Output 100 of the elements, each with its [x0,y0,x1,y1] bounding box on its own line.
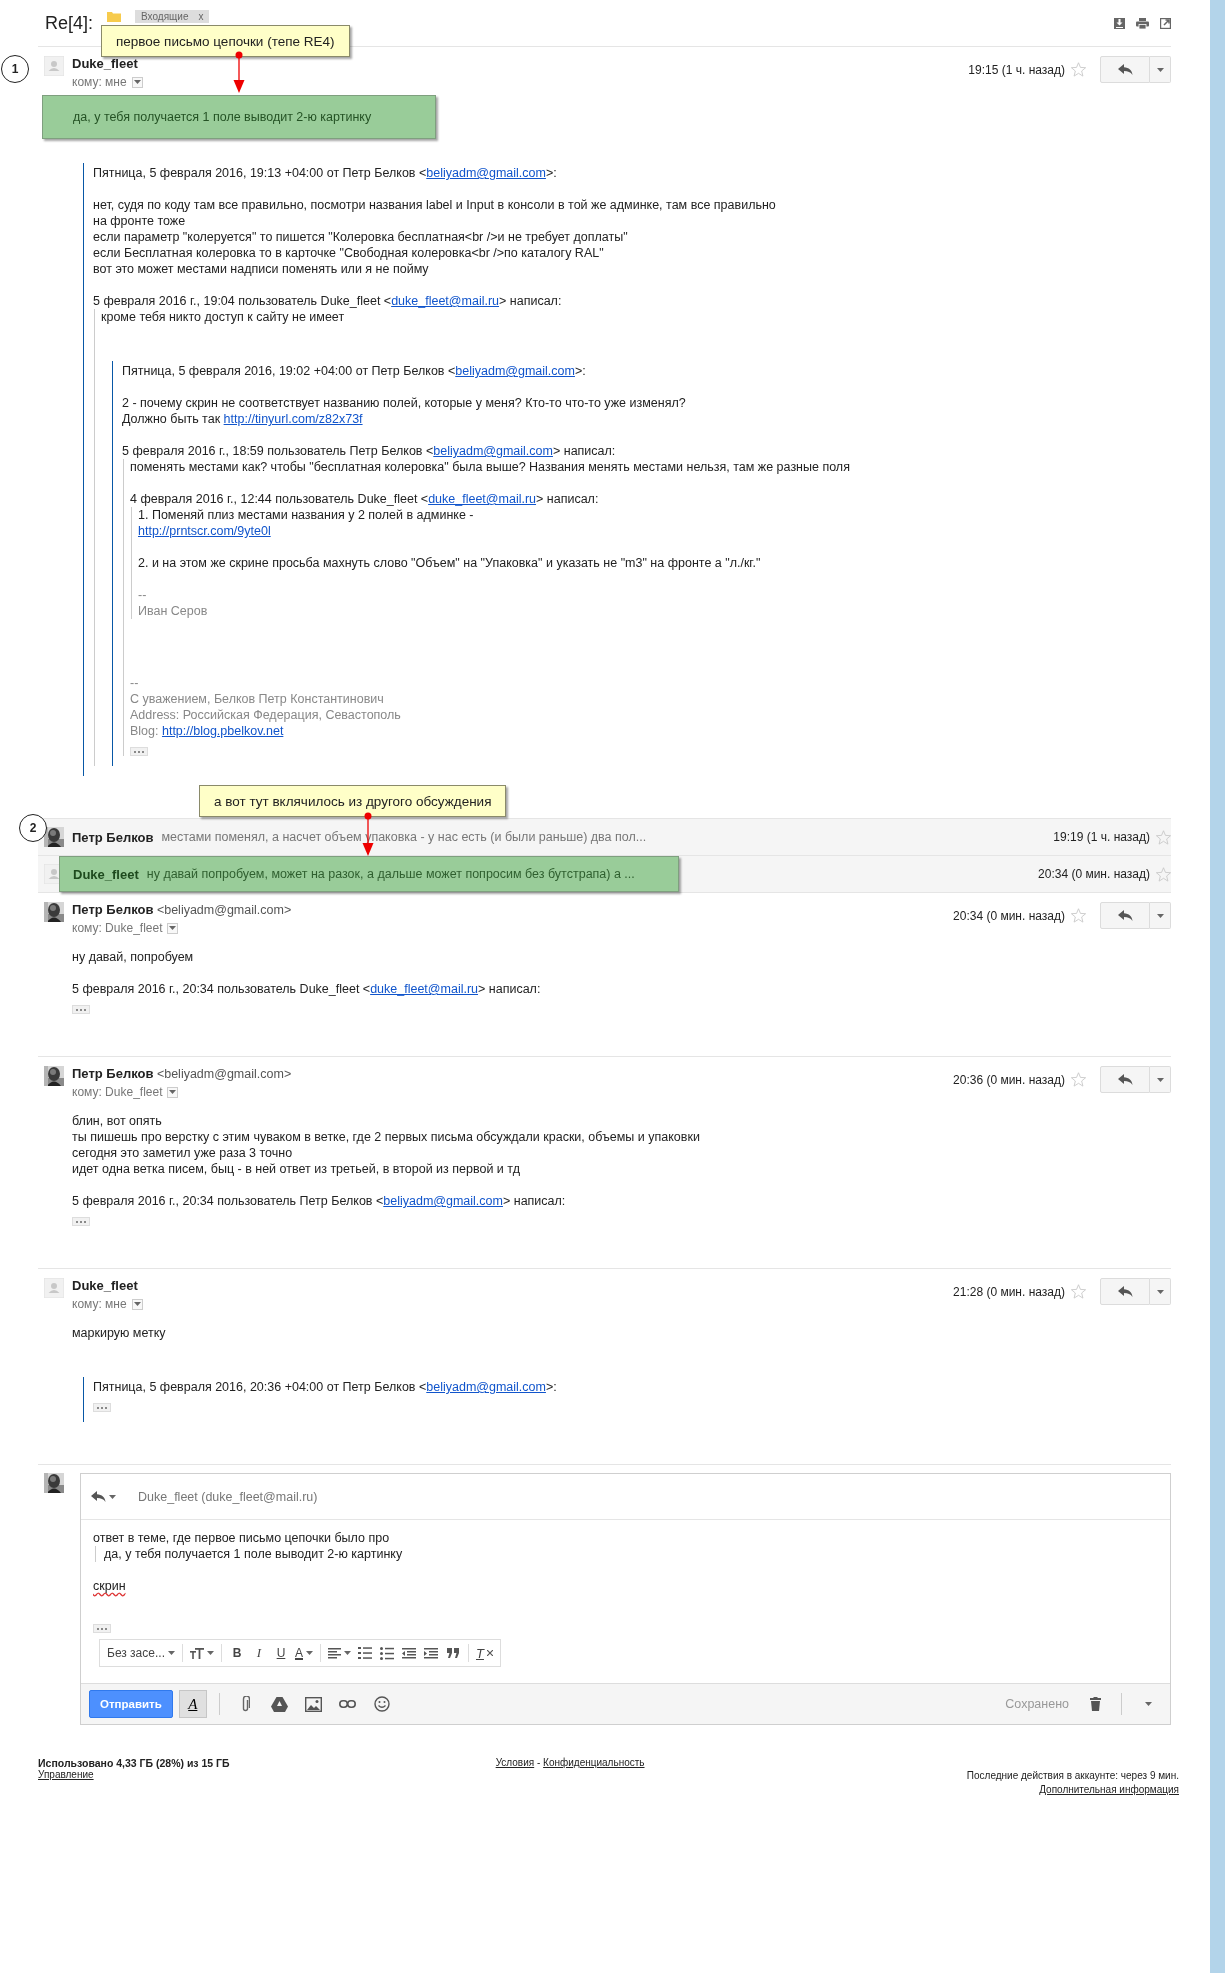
star-icon[interactable] [1156,866,1171,882]
step-number: 1 [1,55,29,83]
quote-icon [446,1648,460,1658]
caret-icon [133,80,141,84]
account-activity: Последние действия в аккаунте: через 9 мин. [965,1769,1179,1783]
more-options-button[interactable] [1150,56,1171,83]
reply-icon [91,1491,106,1502]
details-link[interactable]: Дополнительная информация [1039,1784,1179,1795]
reply-button[interactable] [1100,902,1150,929]
text-link[interactable]: duke_fleet@mail.ru [428,492,537,506]
text-link[interactable]: http://tinyurl.com/z82x73f [223,412,363,426]
open-new-window-icon[interactable] [1160,17,1171,29]
print-icon[interactable] [1136,17,1149,29]
text-link[interactable]: beliyadm@gmail.com [455,364,575,378]
caret-icon [109,1494,116,1499]
star-icon[interactable] [1071,62,1086,77]
star-icon[interactable] [1071,1284,1086,1299]
message-text: Пятница, 5 февраля 2016, 19:13 +04:00 от Петр Белков <beliyadm@gmail.com>: [93,165,558,181]
ellipsis-button[interactable] [130,747,148,756]
separator-text: - [536,1757,541,1768]
message-time: 19:19 (1 ч. назад) [1053,830,1150,844]
clear-button[interactable]: T [473,1642,496,1664]
text-link[interactable]: http://prntscr.com/9yte0l [138,524,271,538]
sender-email: <beliyadm@gmail.com> [156,903,292,917]
ellipsis-button[interactable] [93,1624,111,1633]
caret-icon [1156,1077,1164,1082]
download-icon[interactable] [1114,17,1125,29]
sender-name: Duke_fleet [72,1278,138,1293]
sender-name: Петр Белков [72,902,154,917]
more-options-button[interactable] [1150,902,1171,929]
ellipsis-button[interactable] [93,1403,111,1412]
label-icon [107,10,122,22]
star-icon[interactable] [1156,829,1171,845]
message-text: нет, судя по коду там все правильно, посмотри названия label и Input в консоли в той же админке, там все правильно на фронте тоже если параметр "колеруется" то пишется "Колеровка бесплатная<br />и не требует доплаты" если Бесплатная колеровка то в карточке "Свободная колеровка<br />по каталогу RAL" вот это может местами надписи поменять или я не пойму [93,197,777,277]
caret-icon [1144,1702,1152,1706]
manage-link[interactable]: Управление [38,1769,94,1780]
photo-icon [305,1696,323,1712]
text-link[interactable]: beliyadm@gmail.com [426,166,546,180]
ellipsis-icon [134,750,144,753]
caret-icon [169,926,177,930]
privacy-link[interactable]: Конфиденциальность [543,1757,645,1768]
formatting-toggle[interactable]: A [178,1690,207,1718]
reply-button[interactable] [1100,1278,1150,1305]
ellipsis-icon [76,1008,86,1011]
indent-icon [424,1647,438,1659]
star-icon[interactable] [1071,908,1086,923]
text-link[interactable]: beliyadm@gmail.com [433,444,553,458]
paperclip-icon [241,1695,251,1713]
reply-icon [1117,1286,1133,1297]
trash-icon [1089,1697,1101,1711]
message-text: Пятница, 5 февраля 2016, 20:36 +04:00 от Петр Белков <beliyadm@gmail.com>: [93,1379,558,1395]
annotation-callout: первое письмо цепочки (тепе RE4) [101,25,350,57]
message-time: 19:15 (1 ч. назад) [968,62,1065,77]
save-status: Сохранено [1005,1697,1069,1711]
sender-email: <beliyadm@gmail.com> [156,1067,292,1081]
message-text: 1. Поменяй плиз местами названия у 2 полей в админке - http://prntscr.com/9yte0l [138,507,475,539]
pointer-arrow [233,51,245,93]
text-size-icon [190,1647,204,1659]
avatar-icon [44,56,64,76]
message-snippet: ну давай попробуем, может на разок, а дальше может попросим без бутстрапа) а ... [146,867,635,881]
ellipsis-button[interactable] [72,1217,90,1226]
recipient-label: кому: мне [72,1297,127,1311]
text-link[interactable]: duke_fleet@mail.ru [391,294,500,308]
reply-button[interactable] [1100,1066,1150,1093]
reply-type-button[interactable] [91,1491,116,1502]
message-time: 20:34 (0 мин. назад) [953,908,1065,923]
details-dropdown[interactable] [167,1086,179,1098]
message-time: 20:34 (0 мин. назад) [1038,867,1150,881]
bold-button[interactable]: B [226,1642,248,1664]
message-text: 5 февраля 2016 г., 18:59 пользователь Петр Белков <beliyadm@gmail.com> написал: [122,443,617,459]
font-select[interactable]: Без засе... [104,1642,178,1664]
recipient-field[interactable]: Duke_fleet (duke_fleet@mail.ru) [138,1489,318,1504]
ellipsis-button[interactable] [72,1005,90,1014]
text-link[interactable]: http://blog.pbelkov.net [161,724,284,738]
more-options-button[interactable] [1150,1278,1171,1305]
ellipsis-icon [97,1627,107,1630]
details-dropdown[interactable] [167,922,179,934]
details-dropdown[interactable] [131,1298,143,1310]
text-link[interactable]: beliyadm@gmail.com [383,1194,503,1208]
color-button[interactable]: A [292,1642,316,1664]
quoted-text: да, у тебя получается 1 поле выводит 2-ю картинку [95,1546,1160,1562]
details-dropdown[interactable] [131,76,143,88]
label-chip[interactable]: Входящие x [135,9,210,23]
message-row[interactable]: Duke_fleet ну давай попробуем, может на разок, а дальше может попросим без бутстрапа) а ... 20:34 (0 мин. назад) [38,856,1171,892]
terms-link[interactable]: Условия [495,1757,535,1768]
avatar-icon [44,1278,64,1298]
message-text: 5 февраля 2016 г., 20:34 пользователь Duke_fleet <duke_fleet@mail.ru> написал: [72,981,542,997]
ellipsis-icon [97,1406,107,1409]
italic-button[interactable]: I [248,1642,270,1664]
text-link[interactable]: beliyadm@gmail.com [426,1380,546,1394]
reply-button[interactable] [1100,56,1150,83]
message-time: 20:36 (0 мин. назад) [953,1072,1065,1087]
caret-icon [1156,913,1164,918]
star-icon[interactable] [1071,1072,1086,1087]
text-link[interactable]: duke_fleet@mail.ru [370,982,479,996]
more-options-button[interactable] [1150,1066,1171,1093]
caret-icon [207,1651,214,1655]
annotation-callout: а вот тут вклячилось из другого обсуждения [199,785,507,817]
underline-button[interactable]: U [270,1642,292,1664]
compose-body[interactable]: ответ в теме, где первое письмо цепочки было про да, у тебя получается 1 поле выводит 2-ю картинку скрин Без засе... B I U A T [81,1520,1170,1683]
